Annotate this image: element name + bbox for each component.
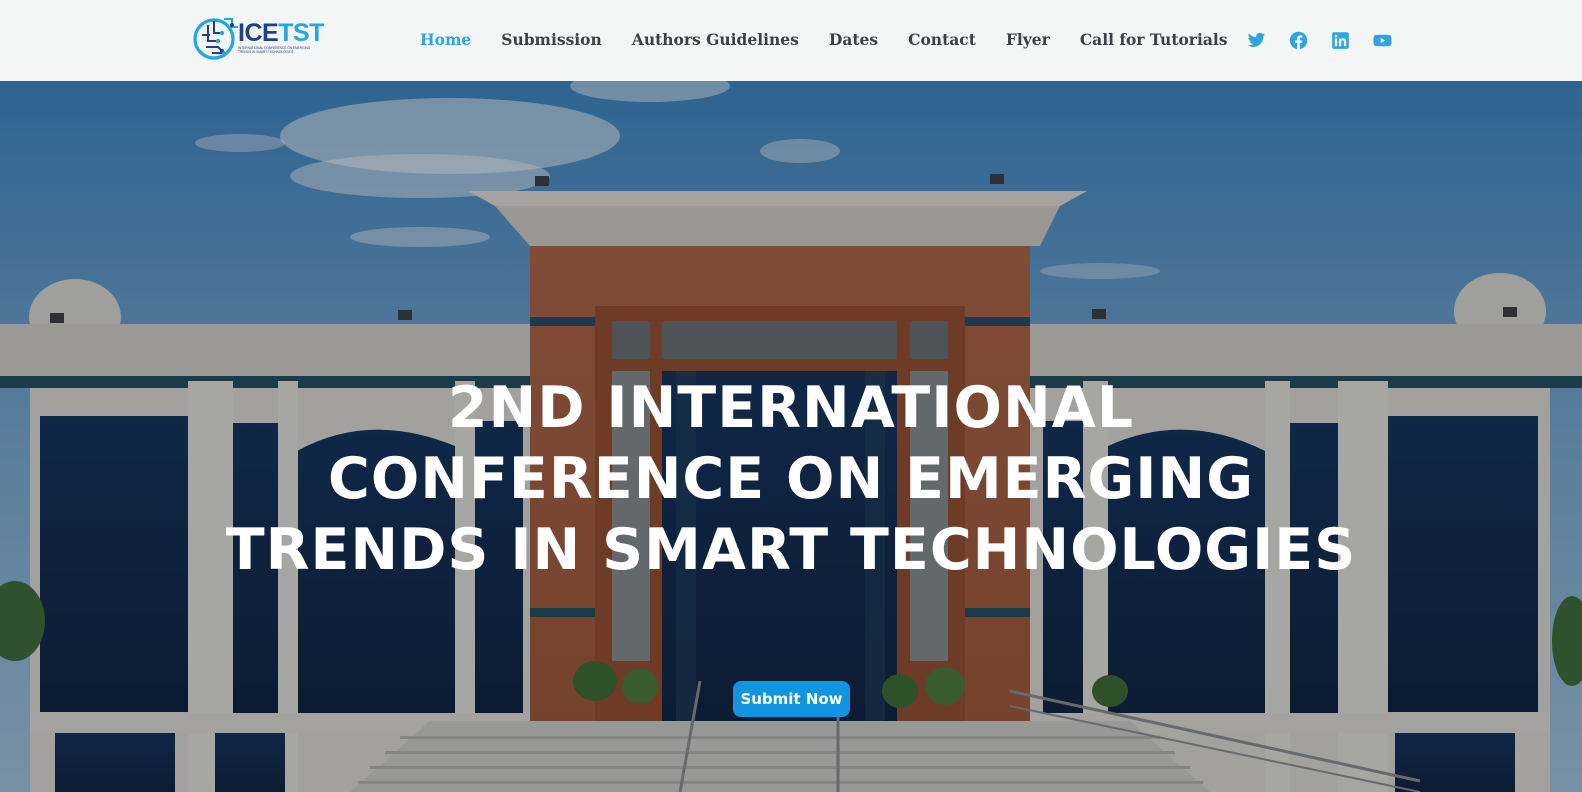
main-nav: Home Submission Authors Guidelines Dates… xyxy=(405,27,1243,51)
hero-title-line-2: CONFERENCE ON EMERGING xyxy=(328,446,1254,512)
nav-contact[interactable]: Contact xyxy=(893,30,991,49)
nav-authors-guidelines[interactable]: Authors Guidelines xyxy=(617,30,814,49)
linkedin-icon[interactable] xyxy=(1329,29,1351,51)
twitter-icon[interactable] xyxy=(1245,29,1267,51)
social-links xyxy=(1245,29,1413,51)
youtube-icon[interactable] xyxy=(1371,29,1393,51)
nav-submission[interactable]: Submission xyxy=(486,30,617,49)
hero-title-line-3: TRENDS IN SMART TECHNOLOGIES xyxy=(225,517,1357,583)
logo-word-main: ICE xyxy=(238,19,279,48)
logo-wordmark: ICETST xyxy=(238,19,324,48)
site-header: ICETST INTERNATIONAL CONFERENCE ON EMERG… xyxy=(0,0,1582,81)
hero-title: 2ND INTERNATIONAL CONFERENCE ON EMERGING… xyxy=(0,373,1582,586)
logo-tagline: INTERNATIONAL CONFERENCE ON EMERGING TRE… xyxy=(238,46,311,54)
logo-text: ICETST INTERNATIONAL CONFERENCE ON EMERG… xyxy=(238,21,324,54)
nav-dates[interactable]: Dates xyxy=(814,30,893,49)
hero-title-line-1: 2ND INTERNATIONAL xyxy=(447,375,1135,441)
nav-flyer[interactable]: Flyer xyxy=(991,30,1065,49)
nav-call-for-tutorials[interactable]: Call for Tutorials xyxy=(1065,30,1243,49)
hero-section: 2ND INTERNATIONAL CONFERENCE ON EMERGING… xyxy=(0,81,1582,792)
facebook-icon[interactable] xyxy=(1287,29,1309,51)
logo-word-accent: TST xyxy=(278,19,324,48)
submit-now-button[interactable]: Submit Now xyxy=(733,681,850,717)
circuit-globe-icon xyxy=(193,18,238,60)
site-logo[interactable]: ICETST INTERNATIONAL CONFERENCE ON EMERG… xyxy=(192,13,327,63)
nav-home[interactable]: Home xyxy=(405,30,486,49)
